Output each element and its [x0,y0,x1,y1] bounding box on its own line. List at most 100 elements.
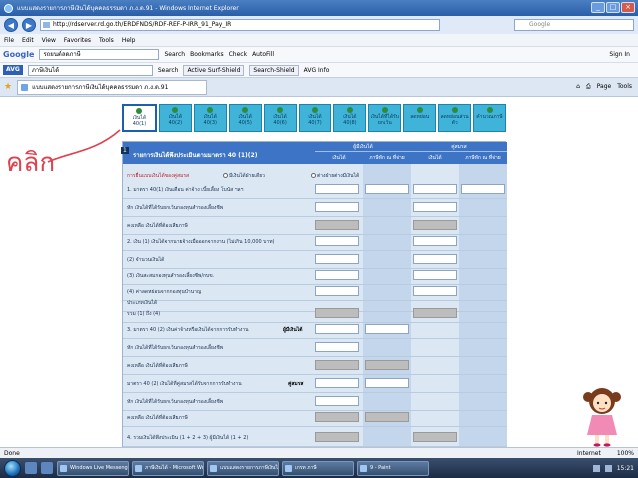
quicklaunch-ie-icon[interactable] [41,462,53,474]
menu-tools[interactable]: Tools [99,37,114,44]
amount-input[interactable] [315,396,359,406]
system-tray: 15:21 [592,464,638,472]
form-tab-icon [486,107,493,113]
amount-input[interactable] [315,236,359,246]
taskbar-button[interactable]: Windows Live Messenger [57,460,129,476]
amount-input[interactable] [413,202,457,212]
amount-input[interactable] [315,202,359,212]
taxpayer-group-header: ผู้มีเงินได้ [315,143,411,152]
amount-input[interactable] [461,184,505,194]
quicklaunch-icon[interactable] [25,462,37,474]
google-search-button[interactable]: Search [164,51,185,58]
click-annotation: คลิก [6,148,56,178]
browser-tab[interactable]: แบบแสดงรายการภาษีเงินได้บุคคลธรรมดา ภ.ง.… [17,79,208,95]
minimize-button[interactable]: _ [591,2,605,13]
amount-input[interactable] [315,254,359,264]
taskbar-button[interactable]: 9 - Paint [357,460,429,476]
avg-logo: AVG [3,65,23,75]
avg-search-input[interactable]: ภาษีเงินได้ [27,64,153,76]
spouse-group-header: คู่สมรส [411,143,507,152]
amount-input[interactable] [413,286,457,296]
cartoon-girl-image [583,388,621,447]
form-row-label: หัก เงินได้ที่ได้รับยกเว้นกองทุนสำรองเลี… [127,205,224,211]
home-icon[interactable]: ⌂ [576,83,580,91]
form-tab-icon [381,107,388,113]
amount-input[interactable] [315,342,359,352]
forward-button[interactable]: ▶ [22,18,36,32]
form-tab-icon [172,107,179,113]
amount-input[interactable] [413,184,457,194]
taskbar-button[interactable]: เกรท ภาษี [282,460,354,476]
form-tab-label: ลดหย่อนส่วนตัว [440,114,469,126]
option-both-income[interactable]: ต่างฝ่ายต่างมีเงินได้ [311,172,359,180]
form-tab-2[interactable]: เงินได้ 40(3) [193,104,227,132]
bookmarks-button[interactable]: Bookmarks [190,51,224,58]
option-single-income[interactable]: มีเงินได้ฝ่ายเดียว [223,172,265,180]
amount-input[interactable] [413,270,457,280]
page-menu[interactable]: Page [597,83,612,91]
col-income-header: เงินได้ [332,155,346,161]
form-header: 1 รายการเงินได้พึงประเมินตามมาตรา 40 (1)… [121,142,507,164]
amount-input[interactable] [413,236,457,246]
form-tab-5[interactable]: เงินได้ 40(7) [298,104,332,132]
command-bar: ⌂ ⎙ Page Tools [576,83,638,91]
favorites-star-icon[interactable]: ★ [4,82,12,92]
radio-single[interactable] [223,173,228,178]
radio-both[interactable] [311,173,316,178]
url-input[interactable]: http://rdserver.rd.go.th/ERDFNDS/RDF-REF… [40,19,440,31]
avg-info-button[interactable]: AVG Info [304,67,330,74]
start-button[interactable] [4,459,21,477]
form-tab-sublabel: 40(7) [308,120,322,126]
amount-input[interactable] [315,324,359,334]
menu-favorites[interactable]: Favorites [64,37,91,44]
menu-view[interactable]: View [42,37,56,44]
search-shield-button[interactable]: Search-Shield [249,64,299,76]
menu-edit[interactable]: Edit [22,37,34,44]
amount-input[interactable] [365,378,409,388]
form-tab-4[interactable]: เงินได้ 40(6) [263,104,297,132]
zoom-level[interactable]: 100% [617,450,634,457]
print-icon[interactable]: ⎙ [586,83,591,91]
form-tab-3[interactable]: เงินได้ 40(5) [228,104,262,132]
taskbar-button[interactable]: แบบแสดงรายการภาษีเงินได้ [207,460,279,476]
amount-input[interactable] [315,378,359,388]
form-tab-7[interactable]: เงินได้ที่ได้รับยกเว้น [368,104,402,132]
form-tab-8[interactable]: ลดหย่อน [403,104,437,132]
form-tab-icon [451,107,458,113]
check-button[interactable]: Check [229,51,247,58]
tools-menu[interactable]: Tools [617,83,632,91]
sign-in-link[interactable]: Sign In [609,51,638,58]
form-tab-10[interactable]: คำนวณภาษี [473,104,506,132]
form-tab-6[interactable]: เงินได้ 40(8) [333,104,367,132]
amount-input[interactable] [365,184,409,194]
spouse-option-label: การยื่นแบบเงินได้ของคู่สมรส [127,173,190,179]
amount-input[interactable] [413,254,457,264]
amount-input [315,308,359,318]
browser-search-input[interactable]: Google [514,19,634,31]
form-row-label: คงเหลือ เงินได้ที่ต้องเสียภาษี [127,415,188,421]
avg-search-button[interactable]: Search [158,67,179,74]
maximize-button[interactable]: □ [606,2,620,13]
ie-icon [4,3,13,13]
amount-input[interactable] [315,270,359,280]
back-button[interactable]: ◀ [4,18,18,32]
menu-help[interactable]: Help [122,37,136,44]
tray-volume-icon[interactable] [604,464,612,472]
amount-input [315,220,359,230]
menu-file[interactable]: File [4,37,14,44]
amount-input[interactable] [365,324,409,334]
amount-input[interactable] [315,286,359,296]
tray-network-icon[interactable] [592,464,600,472]
active-surf-shield-button[interactable]: Active Surf-Shield [183,64,245,76]
amount-input[interactable] [315,184,359,194]
taskbar-button[interactable]: ภาษีเงินได้ - Microsoft Word [132,460,204,476]
form-tab-9[interactable]: ลดหย่อนส่วนตัว [438,104,472,132]
close-button[interactable]: × [621,2,635,13]
form-tab-1[interactable]: เงินได้ 40(2) [158,104,192,132]
form-tab-icon [416,107,423,113]
row-divider [123,250,507,251]
google-search-input[interactable]: รถยนต์ลดภาษี [39,49,160,60]
clock[interactable]: 15:21 [617,465,634,472]
autofill-button[interactable]: AutoFill [252,51,274,58]
task-buttons: Windows Live Messenger ภาษีเงินได้ - Micr… [57,460,429,476]
